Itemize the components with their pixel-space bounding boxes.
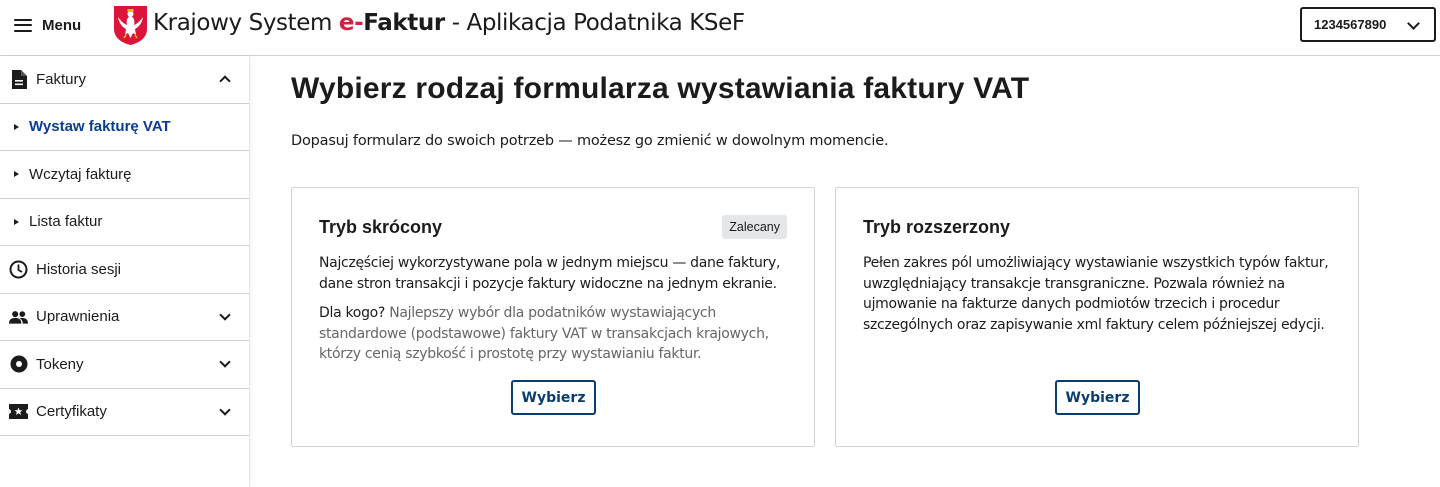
nip-value: 1234567890 xyxy=(1314,17,1387,32)
sidebar-item-label: Historia sesji xyxy=(36,260,122,278)
app-title-faktur: Faktur xyxy=(363,10,445,36)
app-title-e: e- xyxy=(338,10,364,36)
select-skrocony-button[interactable]: Wybierz xyxy=(511,380,596,415)
chevron-down-icon xyxy=(219,403,231,416)
clock-icon xyxy=(9,260,28,279)
taxpayer-nip-select[interactable]: 1234567890 xyxy=(1300,7,1436,42)
certificate-icon xyxy=(9,402,28,421)
card-description: Najczęściej wykorzystywane pola w jednym… xyxy=(319,255,781,292)
people-icon xyxy=(9,307,28,326)
sidebar: Faktury Wystaw fakturę VAT Wczytaj faktu… xyxy=(0,56,250,487)
sidebar-item-label: Certyfikaty xyxy=(36,403,107,421)
hamburger-icon xyxy=(14,18,32,32)
chevron-down-icon xyxy=(219,356,231,368)
document-icon xyxy=(9,69,28,89)
card-title: Tryb skrócony xyxy=(319,217,443,237)
sidebar-item-label: Faktury xyxy=(36,70,87,88)
sidebar-subitem-wczytaj-fakture[interactable]: Wczytaj fakturę xyxy=(0,151,249,199)
sidebar-subitem-label: Wczytaj fakturę xyxy=(29,165,132,183)
app-title-prefix: Krajowy System xyxy=(153,10,339,36)
chevron-up-icon xyxy=(219,75,231,87)
chevron-down-icon xyxy=(1407,17,1420,30)
page-title: Wybierz rodzaj formularza wystawiania fa… xyxy=(291,72,1030,105)
audience-text: Najlepszy wybór dla podatników wystawiaj… xyxy=(319,305,769,362)
sidebar-item-certyfikaty[interactable]: Certyfikaty xyxy=(0,389,249,436)
top-bar: Menu Krajowy System e-Faktur - Aplikacja… xyxy=(0,0,1440,56)
sidebar-subitem-label: Lista faktur xyxy=(29,213,103,231)
sidebar-subitem-label: Wystaw fakturę VAT xyxy=(29,118,171,136)
menu-button[interactable]: Menu xyxy=(14,14,81,36)
card-title: Tryb rozszerzony xyxy=(863,217,1011,237)
sidebar-item-uprawnienia[interactable]: Uprawnienia xyxy=(0,294,249,341)
form-option-card-skrocony: Tryb skrócony Zalecany Najczęściej wykor… xyxy=(291,187,815,447)
recommended-badge: Zalecany xyxy=(722,215,787,239)
token-icon xyxy=(9,355,28,374)
sidebar-item-label: Uprawnienia xyxy=(36,308,120,326)
menu-label: Menu xyxy=(42,16,82,34)
bullet-icon xyxy=(14,123,19,130)
sidebar-item-tokeny[interactable]: Tokeny xyxy=(0,341,249,389)
sidebar-item-historia-sesji[interactable]: Historia sesji xyxy=(0,246,249,294)
sidebar-subitem-lista-faktur[interactable]: Lista faktur xyxy=(0,199,249,246)
page-description: Dopasuj formularz do swoich potrzeb — mo… xyxy=(291,133,889,149)
sidebar-subitem-wystaw-fakture[interactable]: Wystaw fakturę VAT xyxy=(0,104,249,151)
chevron-down-icon xyxy=(219,308,231,321)
sidebar-item-label: Tokeny xyxy=(36,355,84,373)
bullet-icon xyxy=(14,171,19,178)
app-title-suffix: - Aplikacja Podatnika KSeF xyxy=(444,10,745,36)
bullet-icon xyxy=(14,218,19,225)
card-audience: Dla kogo? Najlepszy wybór dla podatników… xyxy=(319,303,791,365)
app-title: Krajowy System e-Faktur - Aplikacja Poda… xyxy=(153,10,745,36)
select-rozszerzony-button[interactable]: Wybierz xyxy=(1055,380,1140,415)
card-description: Pełen zakres pól umożliwiający wystawian… xyxy=(863,255,1329,333)
audience-label: Dla kogo? xyxy=(319,305,386,321)
polish-eagle-logo xyxy=(114,6,147,45)
sidebar-item-faktury[interactable]: Faktury xyxy=(0,56,249,104)
form-option-card-rozszerzony: Tryb rozszerzony Pełen zakres pól umożli… xyxy=(835,187,1359,447)
